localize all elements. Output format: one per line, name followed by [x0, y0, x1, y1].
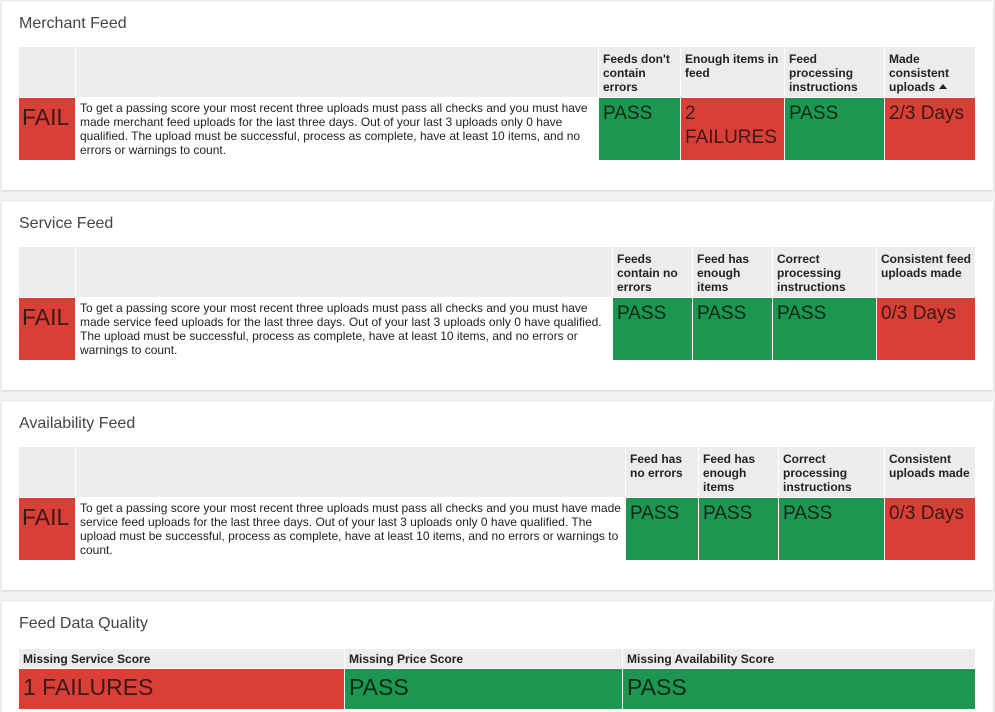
availability-items-result: PASS [699, 498, 778, 560]
availability-errors-result: PASS [626, 498, 698, 560]
service-errors-result: PASS [613, 298, 692, 360]
sort-ascending-icon [939, 84, 948, 89]
merchant-consistent-result: 2/3 Days [885, 98, 975, 160]
availability-col-header-processing[interactable]: Correct processing instructions [779, 447, 884, 497]
quality-service-result: 1 FAILURES [19, 669, 344, 709]
service-items-result: PASS [693, 298, 772, 360]
merchant-feed-card: Merchant Feed FAIL To get a passing scor… [2, 2, 993, 190]
merchant-errors-result: PASS [599, 98, 680, 160]
availability-col-header-items[interactable]: Feed has enough items [699, 447, 778, 497]
service-feed-card: Service Feed FAIL To get a passing score… [2, 202, 993, 390]
service-col-header-items[interactable]: Feed has enough items [693, 247, 772, 297]
service-description: To get a passing score your most recent … [80, 301, 602, 357]
availability-feed-card: Availability Feed FAIL To get a passing … [2, 402, 993, 590]
service-consistent-result: 0/3 Days [877, 298, 975, 360]
quality-availability-result: PASS [623, 669, 975, 709]
merchant-col-header-consistent[interactable]: Made consistent uploads [885, 47, 975, 97]
merchant-col-header-errors[interactable]: Feeds don't contain errors [599, 47, 680, 97]
merchant-status-badge: FAIL [19, 98, 75, 160]
quality-col-header-service[interactable]: Missing Service Score [19, 649, 344, 668]
service-status-badge: FAIL [19, 298, 75, 360]
quality-col-header-price[interactable]: Missing Price Score [345, 649, 622, 668]
availability-col-header-errors[interactable]: Feed has no errors [626, 447, 698, 497]
availability-feed-title: Availability Feed [19, 415, 136, 432]
merchant-col-header-processing[interactable]: Feed processing instructions [785, 47, 884, 97]
availability-status-badge: FAIL [19, 498, 75, 560]
status-header-cell [19, 447, 75, 497]
service-processing-result: PASS [773, 298, 876, 360]
status-header-cell [19, 47, 75, 97]
description-header-cell [76, 47, 598, 97]
merchant-feed-title: Merchant Feed [19, 15, 127, 32]
availability-processing-result: PASS [779, 498, 884, 560]
status-header-cell [19, 247, 75, 297]
service-feed-title: Service Feed [19, 215, 114, 232]
quality-col-header-availability[interactable]: Missing Availability Score [623, 649, 975, 668]
service-col-header-errors[interactable]: Feeds contain no errors [613, 247, 692, 297]
merchant-processing-result: PASS [785, 98, 884, 160]
availability-description: To get a passing score your most recent … [80, 501, 621, 557]
availability-col-header-consistent[interactable]: Consistent uploads made [885, 447, 975, 497]
merchant-col-header-items[interactable]: Enough items in feed [681, 47, 784, 97]
description-header-cell [76, 247, 612, 297]
feed-data-quality-card: Feed Data Quality Missing Service Score … [2, 602, 993, 712]
feed-data-quality-title: Feed Data Quality [19, 615, 148, 632]
service-col-header-consistent[interactable]: Consistent feed uploads made [877, 247, 975, 297]
merchant-description: To get a passing score your most recent … [80, 101, 588, 157]
service-col-header-processing[interactable]: Correct processing instructions [773, 247, 876, 297]
description-header-cell [76, 447, 625, 497]
quality-price-result: PASS [345, 669, 622, 709]
merchant-items-result: 2 FAILURES [681, 98, 784, 160]
availability-consistent-result: 0/3 Days [885, 498, 975, 560]
